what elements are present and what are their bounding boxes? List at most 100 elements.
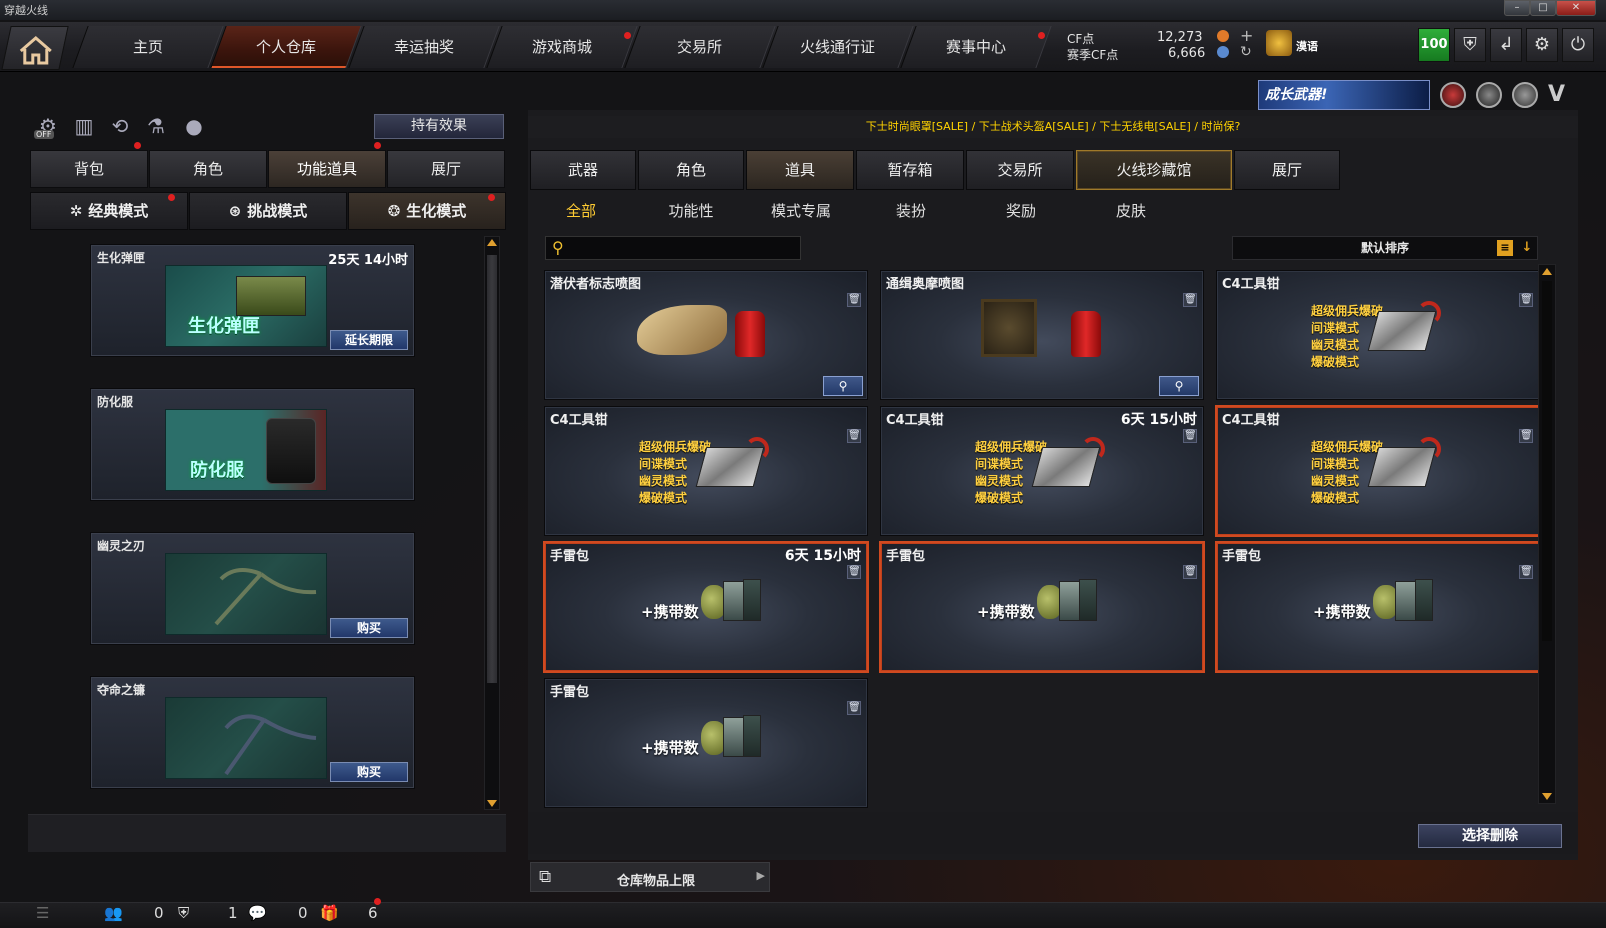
menu-list-icon[interactable]: ☰ [36, 904, 49, 922]
mode-tab-classic[interactable]: ✲ 经典模式 [30, 192, 188, 230]
settings-gear-icon[interactable]: ⚙ [1526, 28, 1558, 62]
left-tab-backpack[interactable]: 背包 [30, 150, 148, 188]
sort-down-icon[interactable]: ↓ [1519, 240, 1535, 256]
item-card-c4[interactable]: C4工具钳 🗑 超级佣兵爆破 间谍模式 幽灵模式 爆破模式 [1216, 270, 1540, 400]
currency-panel: CF点 12,273 赛季CF点 6,666 [1065, 28, 1255, 68]
emblem-1-icon[interactable] [1440, 82, 1466, 108]
return-icon[interactable]: ↲ [1490, 28, 1522, 62]
home-button[interactable] [1, 26, 69, 70]
subtab-rewards[interactable]: 奖励 [966, 196, 1076, 226]
left-item-biochem-magazine[interactable]: 生化弹匣 25天 14小时 生化弹匣 延长期限 [90, 244, 415, 357]
trash-icon[interactable]: 🗑 [847, 701, 861, 715]
minimize-button[interactable]: – [1504, 0, 1530, 16]
trash-icon[interactable]: 🗑 [1183, 429, 1197, 443]
mode-tab-biochem[interactable]: ❂ 生化模式 [348, 192, 506, 230]
preview-search-button[interactable]: ⚲ [1159, 376, 1199, 396]
left-tab-character[interactable]: 角色 [149, 150, 267, 188]
scroll-up-icon[interactable] [1542, 268, 1552, 275]
shield-icon[interactable]: ⛨ [1454, 28, 1486, 62]
item-card-c4[interactable]: C4工具钳 🗑 超级佣兵爆破 间谍模式 幽灵模式 爆破模式 [544, 406, 868, 536]
refresh-icon[interactable]: ↻ [1240, 44, 1252, 60]
subtab-functional[interactable]: 功能性 [636, 196, 746, 226]
preview-search-button[interactable]: ⚲ [823, 376, 863, 396]
item-card-c4[interactable]: C4工具钳 🗑 超级佣兵爆破 间谍模式 幽灵模式 爆破模式 [1216, 406, 1540, 536]
nav-tab-shop[interactable]: 游戏商城 [486, 26, 638, 68]
item-card-grenade[interactable]: 手雷包 🗑 +携带数 [880, 542, 1204, 672]
gift-icon[interactable]: 🎁 [320, 904, 339, 922]
sale-ticker[interactable]: 下士时尚眼罩[SALE] / 下士战术头盔A[SALE] / 下士无线电[SAL… [528, 116, 1578, 138]
nav-tab-warehouse[interactable]: 个人仓库 [210, 26, 362, 68]
scroll-thumb[interactable] [1542, 281, 1552, 641]
right-tab-collection[interactable]: 火线珍藏馆 [1076, 150, 1232, 190]
scroll-up-icon[interactable] [487, 239, 497, 246]
nav-tab-lucky-draw[interactable]: 幸运抽奖 [348, 26, 500, 68]
clan-shield-icon[interactable]: ⛨ [178, 904, 189, 922]
item-card-c4[interactable]: C4工具钳 6天 15小时 🗑 超级佣兵爆破 间谍模式 幽灵模式 爆破模式 [880, 406, 1204, 536]
left-scrollbar[interactable] [484, 236, 500, 810]
trash-icon[interactable]: 🗑 [847, 293, 861, 307]
list-view-icon[interactable]: ≡ [1497, 240, 1513, 256]
subtab-dress-up[interactable]: 装扮 [856, 196, 966, 226]
right-scrollbar[interactable] [1538, 264, 1556, 804]
chat-icon[interactable]: 💬 [248, 904, 267, 922]
item-card-grenade[interactable]: 手雷包 🗑 +携带数 [1216, 542, 1540, 672]
trash-icon[interactable]: 🗑 [1183, 565, 1197, 579]
right-tab-weapons[interactable]: 武器 [530, 150, 636, 190]
left-item-ghost-blade[interactable]: 幽灵之刃 购买 [90, 532, 415, 645]
hold-effect-button[interactable]: 持有效果 [374, 114, 504, 139]
left-tab-showroom[interactable]: 展厅 [387, 150, 505, 188]
buy-button[interactable]: 购买 [330, 762, 408, 782]
trash-icon[interactable]: 🗑 [1519, 293, 1533, 307]
nav-tab-events[interactable]: 赛事中心 [900, 26, 1052, 68]
search-input[interactable]: ⚲ [545, 236, 801, 260]
subtab-skins[interactable]: 皮肤 [1076, 196, 1186, 226]
item-card-spray-photo[interactable]: 通缉奥摩喷图 🗑 ⚲ [880, 270, 1204, 400]
right-tab-character[interactable]: 角色 [638, 150, 744, 190]
trash-icon[interactable]: 🗑 [1519, 429, 1533, 443]
nav-tab-exchange[interactable]: 交易所 [624, 26, 776, 68]
nav-tab-battle-pass[interactable]: 火线通行证 [762, 26, 914, 68]
right-tab-storage[interactable]: 暂存箱 [856, 150, 964, 190]
stats-icon[interactable]: ▥ [70, 114, 98, 142]
trash-icon[interactable]: 🗑 [1519, 565, 1533, 579]
sort-dropdown[interactable]: 默认排序 ≡ ↓ [1232, 236, 1538, 260]
item-name: 防化服 [97, 395, 134, 409]
trash-icon[interactable]: 🗑 [1183, 293, 1197, 307]
level-badge[interactable]: 100 [1418, 28, 1450, 62]
grenade-icon[interactable]: ● [180, 114, 208, 142]
buy-button[interactable]: 购买 [330, 618, 408, 638]
history-icon[interactable]: ⟲ [106, 114, 134, 142]
expand-arrow-icon[interactable]: ▶ [757, 869, 765, 882]
scroll-down-icon[interactable] [487, 800, 497, 807]
left-tab-function-items[interactable]: 功能道具 [268, 150, 386, 188]
select-delete-button[interactable]: 选择删除 [1418, 824, 1562, 848]
right-tab-showroom[interactable]: 展厅 [1234, 150, 1340, 190]
subtab-mode-exclusive[interactable]: 模式专属 [746, 196, 856, 226]
warehouse-limit-bar[interactable]: ⧉ 仓库物品上限 ▶ [530, 862, 770, 892]
growth-weapon-banner[interactable]: 成长武器! [1258, 80, 1430, 110]
extend-period-button[interactable]: 延长期限 [330, 330, 408, 350]
add-currency-icon[interactable]: + [1240, 26, 1253, 45]
nav-tab-home[interactable]: 主页 [72, 26, 224, 68]
mode-tab-challenge[interactable]: ⊛ 挑战模式 [189, 192, 347, 230]
left-item-hazmat-suit[interactable]: 防化服 防化服 [90, 388, 415, 501]
item-card-grenade[interactable]: 手雷包 🗑 +携带数 [544, 678, 868, 808]
potion-icon[interactable]: ⚗ [142, 114, 170, 142]
left-item-death-scythe[interactable]: 夺命之镰 购买 [90, 676, 415, 789]
emblem-3-icon[interactable] [1512, 82, 1538, 108]
maximize-button[interactable]: □ [1530, 0, 1556, 16]
close-button[interactable]: ✕ [1556, 0, 1596, 16]
scroll-thumb[interactable] [487, 255, 497, 683]
right-tab-items[interactable]: 道具 [746, 150, 854, 190]
scroll-down-icon[interactable] [1542, 793, 1552, 800]
friends-icon[interactable]: 👥 [104, 904, 123, 922]
power-icon[interactable]: ⏻ [1562, 28, 1594, 62]
trash-icon[interactable]: 🗑 [847, 565, 861, 579]
subtab-all[interactable]: 全部 [526, 196, 636, 226]
trash-icon[interactable]: 🗑 [847, 429, 861, 443]
item-card-spray-claw[interactable]: 潜伏者标志喷图 🗑 ⚲ [544, 270, 868, 400]
right-tab-exchange[interactable]: 交易所 [966, 150, 1074, 190]
emblem-v-icon[interactable]: V [1548, 82, 1574, 108]
emblem-2-icon[interactable] [1476, 82, 1502, 108]
item-card-grenade[interactable]: 手雷包 6天 15小时 🗑 +携带数 [544, 542, 868, 672]
